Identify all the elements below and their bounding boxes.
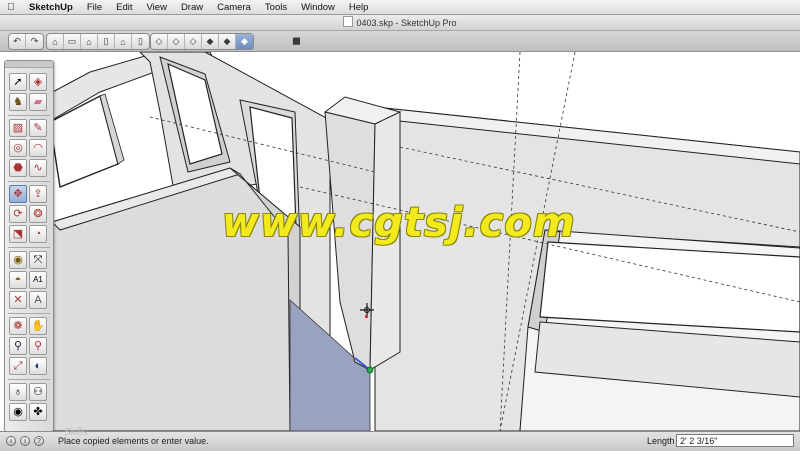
status-bar: i i ? Skills Place copied elements or en… [0,427,800,451]
window-title-bar: 0403.skp - SketchUp Pro [0,15,800,31]
component-icon[interactable]: ◼ [288,33,305,48]
watermark-text: www.cgtsj.com [222,200,576,246]
make-component-icon[interactable]: ◈ [29,73,47,91]
menu-view[interactable]: View [140,2,174,13]
styles-group: ◇ ◇ ◇ ◆ ◆ ◆ [150,33,254,50]
apple-menu-icon[interactable]:  [0,2,22,13]
menu-file[interactable]: File [80,2,109,13]
palette-grip[interactable] [5,61,53,68]
top-view-icon[interactable]: ▭ [64,34,81,49]
paint-bucket-icon[interactable]: ♞ [9,93,27,111]
credits-icon[interactable]: i [20,436,30,446]
offset-icon[interactable]: ◔ [29,225,47,243]
zoom-window-icon[interactable]: ⚲ [29,337,47,355]
section-plane-icon[interactable]: ✤ [29,403,47,421]
menu-help[interactable]: Help [342,2,376,13]
right-wall [373,106,800,431]
zoom-extents-icon[interactable]: ⤢ [9,357,27,375]
follow-me-icon[interactable]: ❂ [29,205,47,223]
menu-bar:  SketchUp File Edit View Draw Camera To… [0,0,800,15]
rectangle-icon[interactable]: ▨ [9,119,27,137]
look-around-icon[interactable]: ◉ [9,403,27,421]
undo-icon[interactable]: ↶ [9,34,26,49]
menu-tools[interactable]: Tools [258,2,294,13]
measurements-label: Length [647,436,675,446]
main-toolbar: ↶ ↷ ⌂ ▭ ⌂ ▯ ⌂ ▯ ◇ ◇ ◇ ◆ ◆ ◆ ◼ [0,31,800,52]
axes-icon[interactable]: ✕ [9,291,27,309]
protractor-icon[interactable]: ◓ [9,271,27,289]
views-group: ⌂ ▭ ⌂ ▯ ⌂ ▯ [46,33,150,50]
line-icon[interactable]: ✎ [29,119,47,137]
position-camera-icon[interactable]: ♁ [9,383,27,401]
endpoint-marker [366,366,374,374]
hidden-line-style-icon[interactable]: ◇ [185,34,202,49]
menu-window[interactable]: Window [294,2,342,13]
monochrome-style-icon[interactable]: ◆ [236,34,253,49]
menu-camera[interactable]: Camera [210,2,258,13]
3d-text-icon[interactable]: A [29,291,47,309]
left-view-icon[interactable]: ▯ [132,34,149,49]
polygon-icon[interactable]: ⬣ [9,159,27,177]
redo-icon[interactable]: ↷ [26,34,43,49]
menu-edit[interactable]: Edit [109,2,139,13]
menu-draw[interactable]: Draw [174,2,210,13]
component-group: ◼ [288,33,305,48]
tape-measure-icon[interactable]: ◉ [9,251,27,269]
freehand-icon[interactable]: ∿ [29,159,47,177]
iso-view-icon[interactable]: ⌂ [47,34,64,49]
move-icon[interactable]: ✥ [9,185,27,203]
scale-icon[interactable]: ⬔ [9,225,27,243]
zoom-icon[interactable]: ⚲ [9,337,27,355]
shaded-texture-style-icon[interactable]: ◆ [219,34,236,49]
right-view-icon[interactable]: ▯ [98,34,115,49]
geo-location-icon[interactable]: i [6,436,16,446]
shaded-style-icon[interactable]: ◆ [202,34,219,49]
menu-sketchup[interactable]: SketchUp [22,2,80,13]
orbit-icon[interactable]: ❁ [9,317,27,335]
walk-icon[interactable]: ⚇ [29,383,47,401]
text-icon[interactable]: A1 [29,271,47,289]
eraser-icon[interactable]: ▰ [29,93,47,111]
window-title: 0403.skp - SketchUp Pro [356,18,457,28]
rotate-icon[interactable]: ⟳ [9,205,27,223]
dimension-icon[interactable]: ⤧ [29,251,47,269]
document-proxy-icon[interactable] [343,16,354,27]
pan-icon[interactable]: ✋ [29,317,47,335]
push-pull-icon[interactable]: ⇪ [29,185,47,203]
wireframe-style-icon[interactable]: ◇ [168,34,185,49]
previous-view-icon[interactable]: ◐ [29,357,47,375]
front-view-icon[interactable]: ⌂ [81,34,98,49]
measurements-input[interactable]: 2' 2 3/16" [676,434,794,447]
xray-style-icon[interactable]: ◇ [151,34,168,49]
tool-palette: ➚ ◈ ♞ ▰ ▨ ✎ ◎ ◠ ⬣ ∿ ✥ ⇪ ⟳ ❂ ⬔ ◔ ◉ ⤧ ◓ A1… [4,60,54,432]
status-message: Place copied elements or enter value. [58,436,209,446]
undo-redo-group: ↶ ↷ [8,33,44,50]
back-view-icon[interactable]: ⌂ [115,34,132,49]
select-tool-icon[interactable]: ➚ [9,73,27,91]
circle-icon[interactable]: ◎ [9,139,27,157]
arc-icon[interactable]: ◠ [29,139,47,157]
help-icon[interactable]: ? [34,436,44,446]
